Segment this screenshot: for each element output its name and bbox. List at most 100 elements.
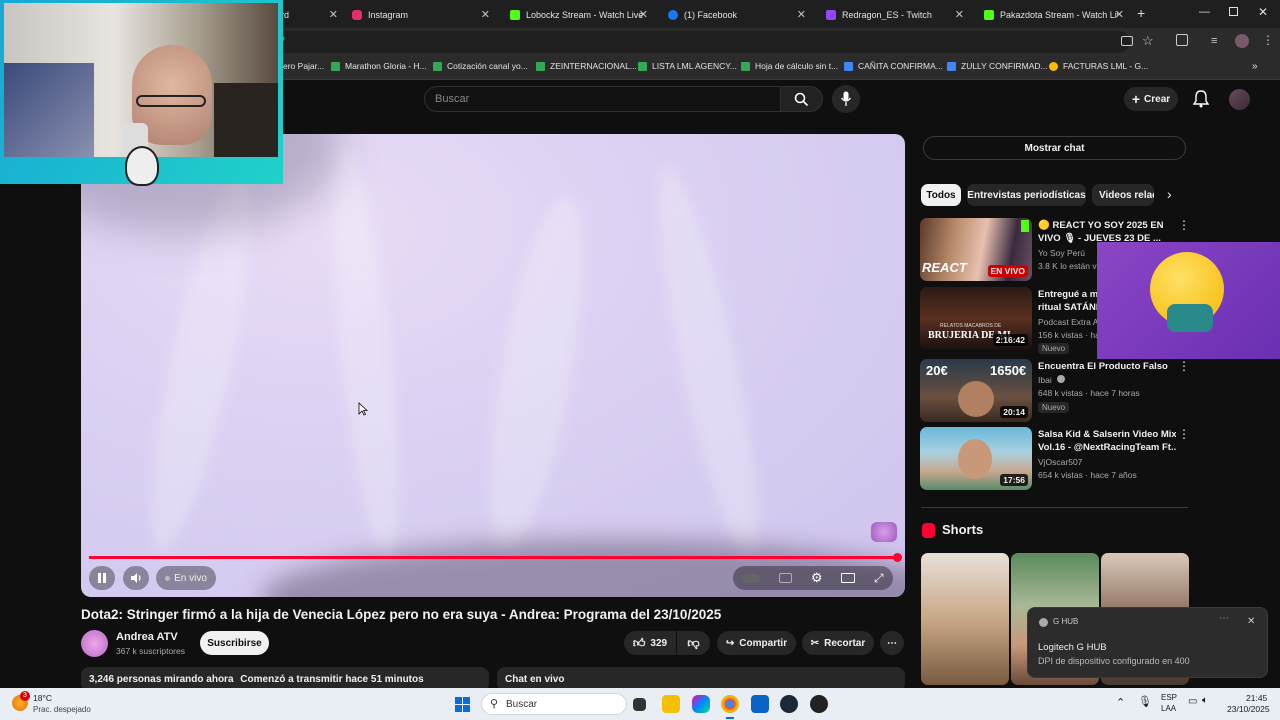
bookmark-item[interactable]: ero Pajar...	[283, 61, 324, 71]
bookmark-item[interactable]: FACTURAS LML - G...	[1049, 61, 1148, 71]
task-view-icon[interactable]	[633, 698, 646, 711]
more-actions-button[interactable]: ⋯	[880, 631, 904, 655]
recommended-video[interactable]: 20€ 1650€ 20:14 Encuentra El Producto Fa…	[920, 359, 1190, 423]
clock-time[interactable]: 21:45	[1246, 693, 1267, 703]
video-thumbnail[interactable]: 17:56	[920, 427, 1032, 490]
cast-icon[interactable]	[1121, 36, 1133, 46]
video-title: Dota2: Stringer firmó a la hija de Venec…	[81, 607, 722, 622]
network-icon[interactable]: ▭	[1188, 696, 1197, 707]
close-tab-icon[interactable]: ✕	[329, 8, 338, 21]
voice-search-button[interactable]	[832, 85, 860, 113]
chip-related[interactable]: Videos relac	[1092, 184, 1154, 206]
more-options-icon[interactable]: ⋮	[1178, 427, 1190, 441]
menu-icon[interactable]: ⋮	[1262, 33, 1274, 47]
more-options-icon[interactable]: ⋮	[1178, 359, 1190, 373]
autoplay-toggle-icon[interactable]	[742, 573, 761, 583]
copilot-icon[interactable]	[692, 695, 710, 713]
thumbnail-text: REACT	[922, 260, 967, 275]
app-icon[interactable]	[810, 695, 828, 713]
chrome-icon[interactable]	[721, 695, 739, 713]
microphone-icon[interactable]: 🎙︎	[1138, 695, 1152, 708]
steam-icon[interactable]	[780, 695, 798, 713]
ghub-notification[interactable]: G HUB ⋯ ✕ Logitech G HUB DPI de disposit…	[1027, 607, 1268, 678]
live-progress-bar[interactable]	[89, 556, 897, 559]
bookmark-item[interactable]: Cotización canal yo...	[433, 61, 528, 71]
close-icon[interactable]: ✕	[1247, 616, 1255, 627]
video-thumbnail[interactable]: 20€ 1650€ 20:14	[920, 359, 1032, 422]
fullscreen-icon[interactable]: ⤢	[874, 571, 884, 586]
share-button[interactable]: ↪ Compartir	[717, 631, 796, 655]
bookmark-item[interactable]: ZEINTERNACIONAL...	[536, 61, 637, 71]
chevron-up-icon[interactable]: ⌃	[1116, 696, 1125, 709]
tab-lobockz[interactable]: Lobockz Stream - Watch Live o ✕	[502, 4, 654, 26]
bookmark-item[interactable]: LISTA LML AGENCY...	[638, 61, 737, 71]
restore-icon[interactable]	[1229, 7, 1238, 16]
live-indicator[interactable]: En vivo	[156, 566, 216, 590]
create-button[interactable]: + Crear	[1124, 87, 1178, 111]
subscribe-button[interactable]: Suscribirse	[200, 631, 269, 655]
more-options-icon[interactable]: ⋮	[1178, 218, 1190, 232]
recommended-video[interactable]: 17:56 Salsa Kid & Salserin Video Mix Vol…	[920, 427, 1190, 491]
account-avatar[interactable]	[1229, 89, 1250, 110]
address-bar[interactable]: ⚲	[270, 31, 1130, 53]
profile-avatar[interactable]	[1235, 34, 1249, 48]
search-input[interactable]: Buscar	[424, 86, 781, 112]
close-tab-icon[interactable]: ✕	[955, 8, 964, 21]
progress-scrubber[interactable]	[893, 553, 902, 562]
file-explorer-icon[interactable]	[662, 695, 680, 713]
volume-button[interactable]	[123, 566, 149, 590]
extensions-icon[interactable]	[1176, 34, 1188, 46]
keyboard-layout[interactable]: LAA	[1161, 704, 1176, 713]
bookmark-item[interactable]: Hoja de cálculo sin t...	[741, 61, 838, 71]
video-thumbnail[interactable]: REACT EN VIVO	[920, 218, 1032, 281]
tab-pakazdota[interactable]: Pakazdota Stream - Watch Live ✕	[976, 4, 1130, 26]
dislike-button[interactable]: 👎︎	[677, 631, 710, 655]
pause-button[interactable]	[89, 566, 115, 590]
chip-interviews[interactable]: Entrevistas periodísticas	[967, 184, 1086, 206]
clip-button[interactable]: ✂ Recortar	[802, 631, 874, 655]
outlook-icon[interactable]	[751, 695, 769, 713]
notifications-bell-icon[interactable]	[1193, 90, 1209, 108]
channel-avatar[interactable]	[81, 630, 108, 657]
new-tab-icon[interactable]: +	[1137, 5, 1145, 21]
more-bookmarks-icon[interactable]: »	[1252, 61, 1258, 72]
close-tab-icon[interactable]: ✕	[481, 8, 490, 21]
short-thumbnail[interactable]	[921, 553, 1009, 685]
language-code[interactable]: ESP	[1161, 693, 1177, 702]
live-badge: EN VIVO	[987, 265, 1028, 277]
bookmark-item[interactable]: Marathon Gloria - H...	[331, 61, 427, 71]
windows-start-icon[interactable]	[455, 697, 470, 712]
new-badge: Nuevo	[1038, 343, 1070, 354]
clock-date[interactable]: 23/10/2025	[1227, 704, 1270, 714]
subtitles-icon[interactable]	[779, 573, 793, 583]
taskbar-search[interactable]: ⚲ Buscar	[481, 693, 627, 715]
video-thumbnail[interactable]: RELATOS MACABROS DE BRUJERIA DE MI 2:16:…	[920, 287, 1032, 350]
bookmark-label: Marathon Gloria - H...	[345, 61, 427, 71]
speaker-icon[interactable]: 🔈︎	[1202, 695, 1208, 706]
channel-name[interactable]: Andrea ATV	[116, 631, 178, 643]
like-button[interactable]: 👍︎ 329	[624, 631, 676, 655]
chevron-right-icon[interactable]: ›	[1167, 186, 1172, 202]
tab-twitch[interactable]: Redragon_ES - Twitch ✕	[818, 4, 970, 26]
bookmark-star-icon[interactable]: ☆	[1142, 33, 1154, 49]
tab-instagram[interactable]: Instagram ✕	[344, 4, 496, 26]
window-close-icon[interactable]: ✕	[1258, 5, 1268, 19]
thumbnail-text: 1650€	[990, 363, 1027, 378]
settings-gear-icon[interactable]: ⚙	[811, 570, 823, 586]
close-tab-icon[interactable]: ✕	[639, 8, 648, 21]
close-tab-icon[interactable]: ✕	[797, 8, 806, 21]
bookmark-item[interactable]: ZULLY CONFIRMAD...	[947, 61, 1048, 71]
chip-all[interactable]: Todos	[921, 184, 961, 206]
tab-search-icon[interactable]: ≡	[1211, 35, 1217, 47]
video-meta: 654 k vistas · hace 7 años	[1038, 470, 1137, 480]
theater-mode-icon[interactable]	[841, 573, 856, 583]
more-horizontal-icon[interactable]: ⋯	[1219, 613, 1229, 624]
bookmark-item[interactable]: CAÑITA CONFIRMA...	[844, 61, 943, 71]
close-tab-icon[interactable]: ✕	[1115, 8, 1124, 21]
thumbnail-text: 20€	[926, 363, 948, 378]
minimize-icon[interactable]: —	[1199, 6, 1210, 18]
search-button[interactable]	[781, 86, 823, 112]
tab-facebook[interactable]: (1) Facebook ✕	[660, 4, 812, 26]
video-player[interactable]: En vivo ⚙ ⤢	[81, 134, 905, 597]
show-chat-button[interactable]: Mostrar chat	[923, 136, 1186, 160]
